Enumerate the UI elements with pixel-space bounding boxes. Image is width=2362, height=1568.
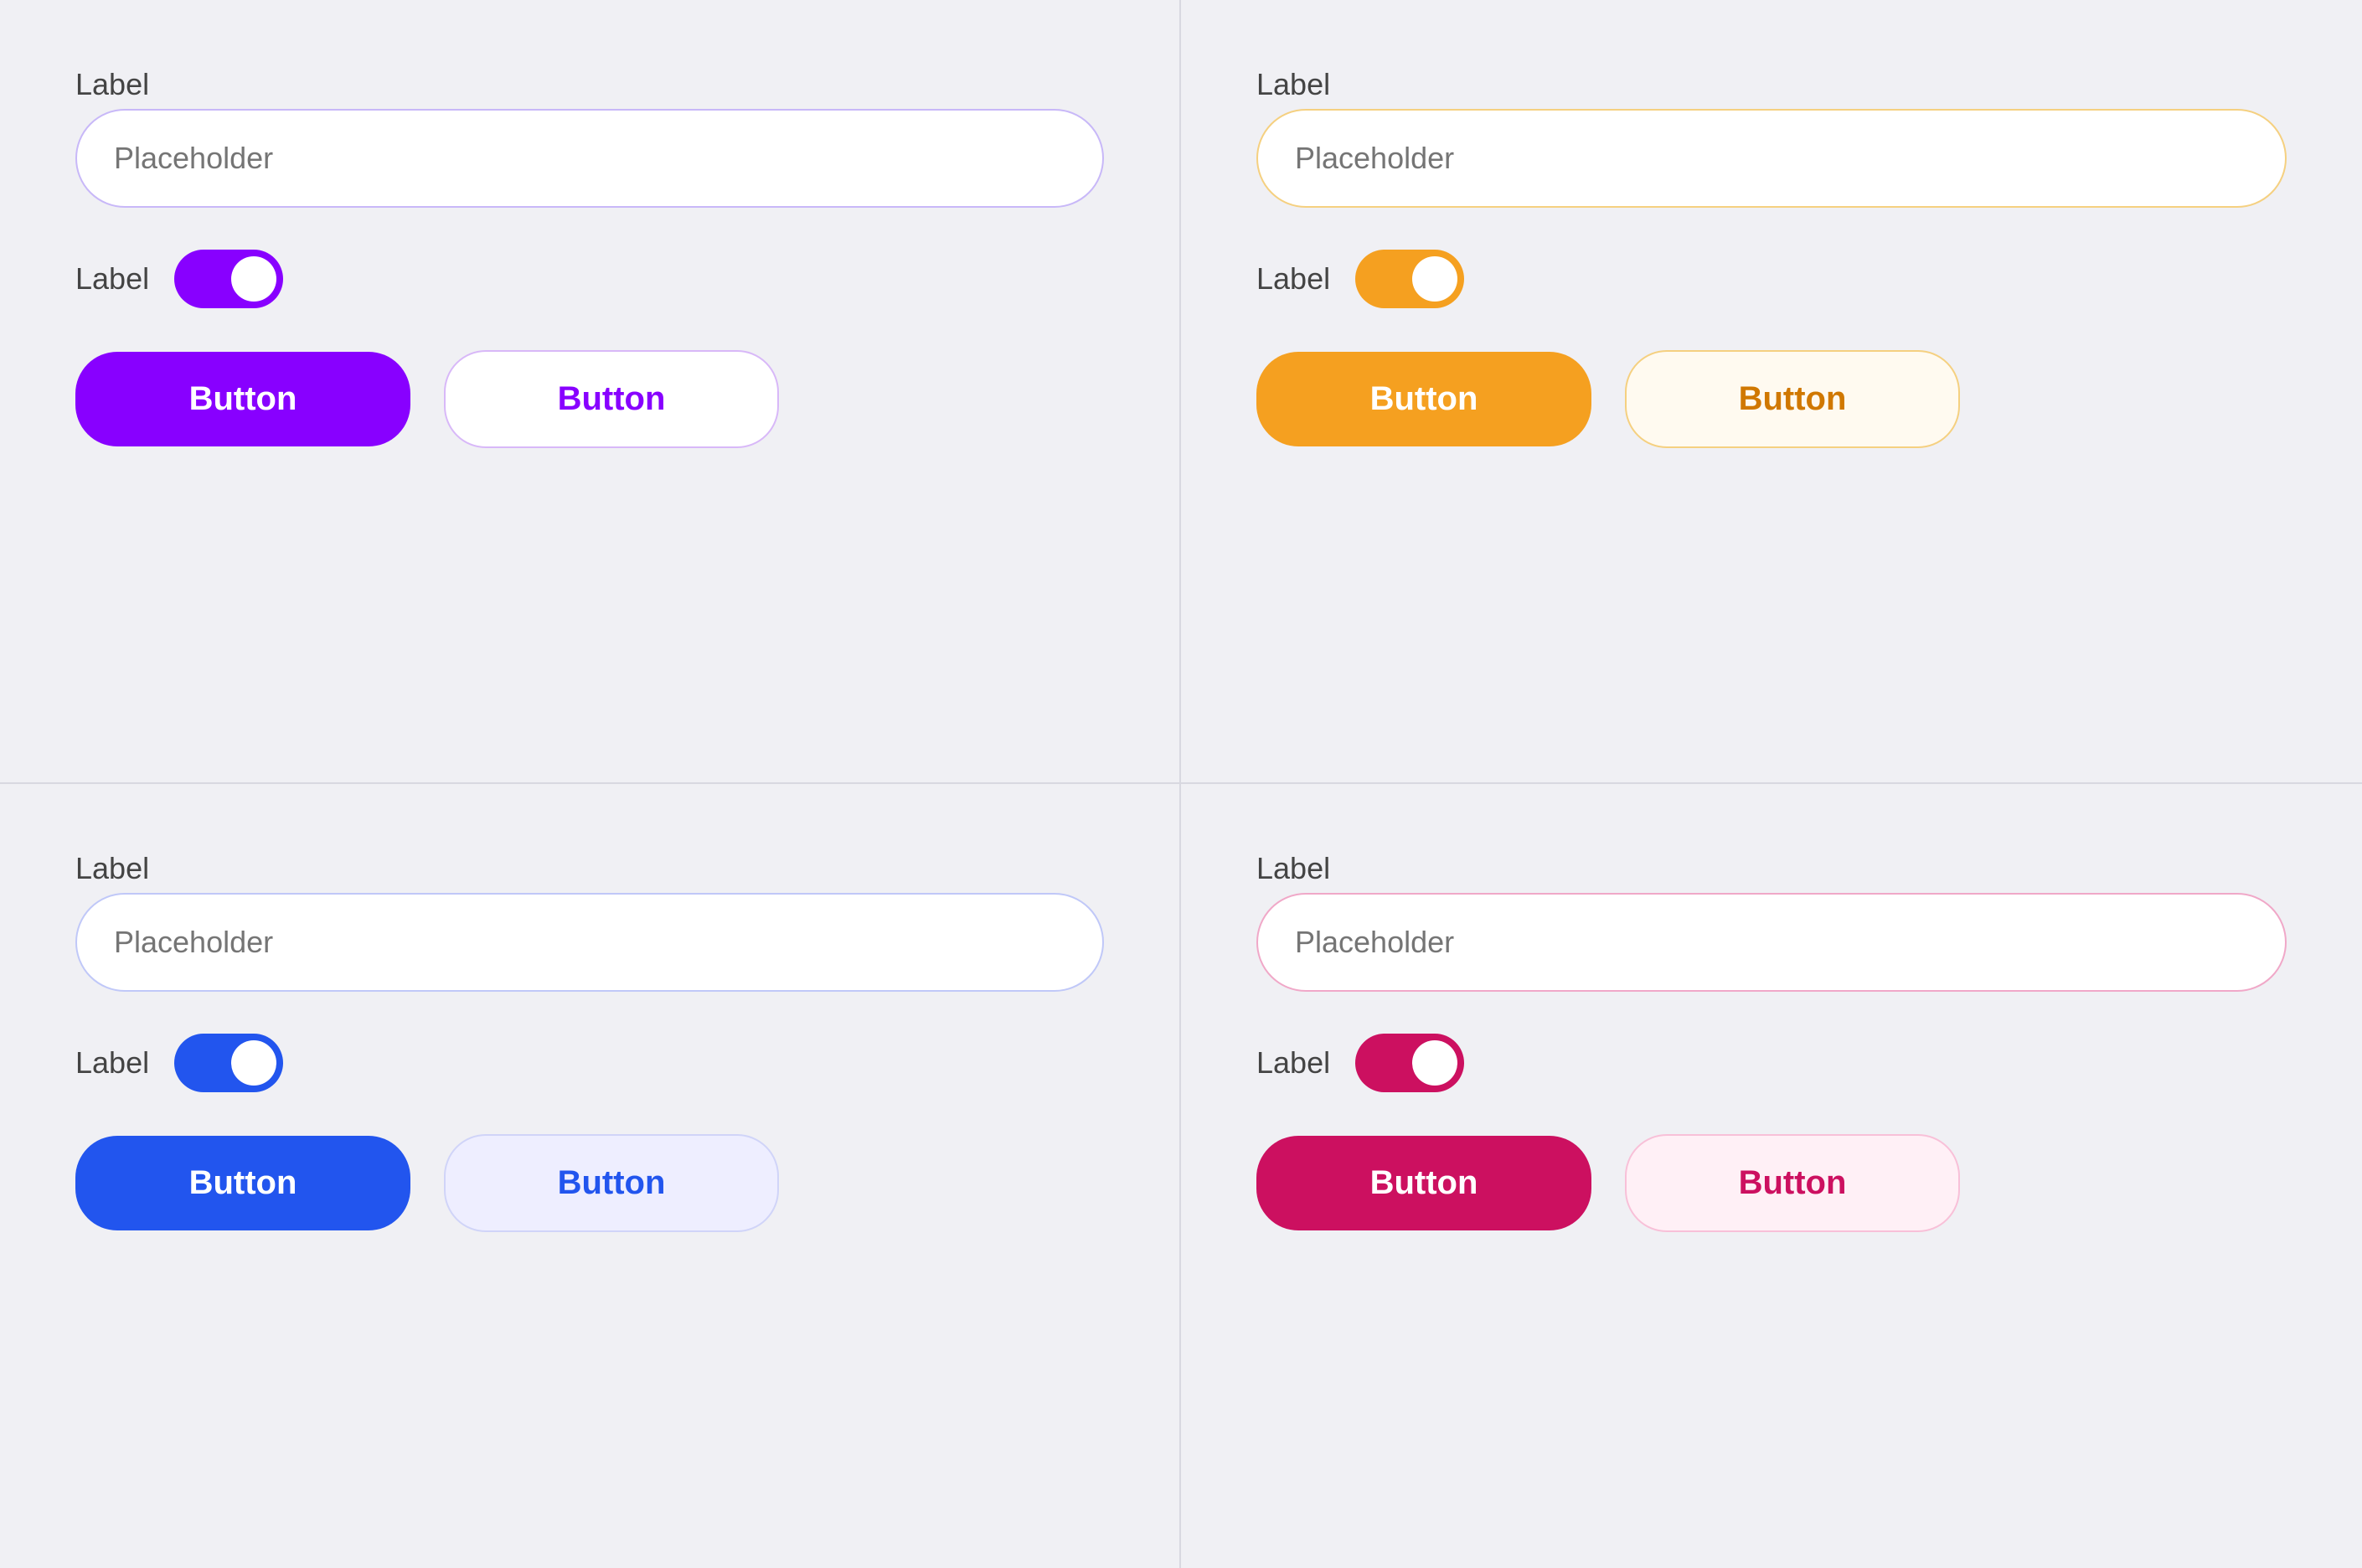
field-label-purple: Label <box>75 67 1104 102</box>
text-input-orange[interactable] <box>1256 109 2287 208</box>
toggle-knob-pink <box>1412 1040 1457 1086</box>
toggle-blue[interactable] <box>174 1034 283 1092</box>
toggle-knob-orange <box>1412 256 1457 302</box>
text-input-blue[interactable] <box>75 893 1104 992</box>
toggle-orange[interactable] <box>1355 250 1464 308</box>
outline-button-purple[interactable]: Button <box>444 350 779 448</box>
toggle-label-blue: Label <box>75 1045 149 1081</box>
toggle-row-blue: Label <box>75 1034 1104 1092</box>
solid-button-purple[interactable]: Button <box>75 352 410 446</box>
toggle-label-pink: Label <box>1256 1045 1330 1081</box>
solid-button-blue[interactable]: Button <box>75 1136 410 1230</box>
toggle-knob-blue <box>231 1040 276 1086</box>
quadrant-blue: Label Label Button Button <box>0 784 1181 1568</box>
buttons-row-blue: Button Button <box>75 1134 1104 1232</box>
outline-button-pink[interactable]: Button <box>1625 1134 1960 1232</box>
toggle-row-purple: Label <box>75 250 1104 308</box>
toggle-pink[interactable] <box>1355 1034 1464 1092</box>
text-input-pink[interactable] <box>1256 893 2287 992</box>
field-group-pink: Label <box>1256 851 2287 992</box>
toggle-row-orange: Label <box>1256 250 2287 308</box>
quadrant-pink: Label Label Button Button <box>1181 784 2362 1568</box>
buttons-row-purple: Button Button <box>75 350 1104 448</box>
toggle-label-purple: Label <box>75 261 149 297</box>
solid-button-pink[interactable]: Button <box>1256 1136 1591 1230</box>
main-grid: Label Label Button Button Label Label Bu… <box>0 0 2362 1568</box>
buttons-row-orange: Button Button <box>1256 350 2287 448</box>
field-label-blue: Label <box>75 851 1104 886</box>
field-group-blue: Label <box>75 851 1104 992</box>
quadrant-purple: Label Label Button Button <box>0 0 1181 784</box>
toggle-row-pink: Label <box>1256 1034 2287 1092</box>
toggle-knob-purple <box>231 256 276 302</box>
field-group-orange: Label <box>1256 67 2287 208</box>
outline-button-blue[interactable]: Button <box>444 1134 779 1232</box>
solid-button-orange[interactable]: Button <box>1256 352 1591 446</box>
outline-button-orange[interactable]: Button <box>1625 350 1960 448</box>
field-label-orange: Label <box>1256 67 2287 102</box>
toggle-label-orange: Label <box>1256 261 1330 297</box>
field-label-pink: Label <box>1256 851 2287 886</box>
text-input-purple[interactable] <box>75 109 1104 208</box>
field-group-purple: Label <box>75 67 1104 208</box>
toggle-purple[interactable] <box>174 250 283 308</box>
quadrant-orange: Label Label Button Button <box>1181 0 2362 784</box>
buttons-row-pink: Button Button <box>1256 1134 2287 1232</box>
